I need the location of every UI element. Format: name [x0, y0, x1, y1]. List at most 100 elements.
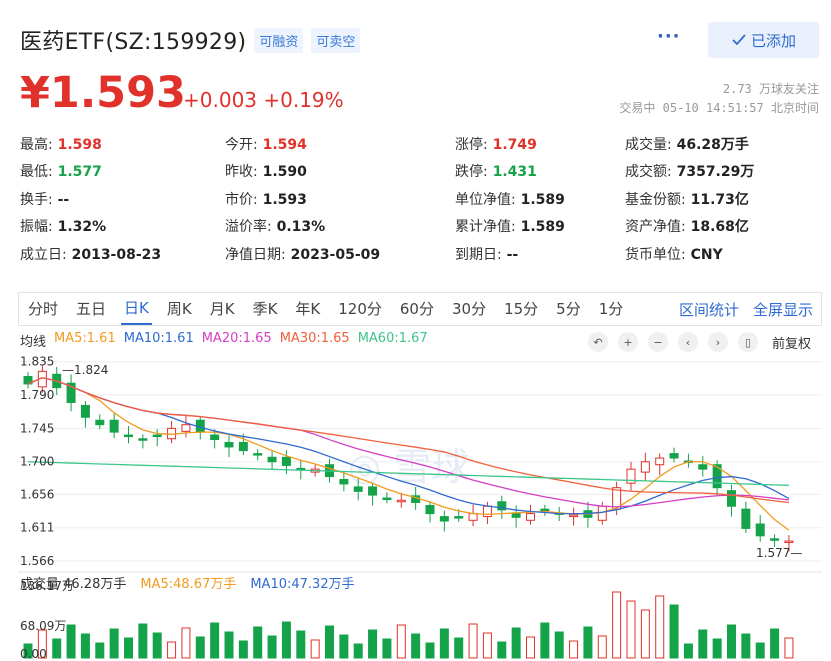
range-stats-link[interactable]: 区间统计 — [679, 299, 739, 320]
stat-cell: 跌停: 1.431 — [455, 161, 625, 181]
ma-item: MA5:1.61 — [54, 331, 116, 346]
candle-up — [468, 513, 478, 521]
stat-cell: 成交额: 7357.29万 — [625, 161, 820, 181]
zoom-in-icon[interactable]: + — [618, 332, 638, 352]
stat-value: 46.28万手 — [671, 136, 749, 153]
price-axis-label: 1.745 — [20, 421, 54, 435]
candle-up — [640, 461, 650, 473]
tab-30分[interactable]: 30分 — [449, 294, 489, 324]
candle-icon[interactable]: ▯ — [738, 332, 758, 352]
tab-分时[interactable]: 分时 — [25, 294, 61, 324]
stat-cell: 成交量: 46.28万手 — [625, 134, 820, 154]
tab-1分[interactable]: 1分 — [596, 294, 627, 324]
volume-bar — [712, 638, 722, 659]
volume-axis-label: 0.00 — [20, 647, 47, 660]
check-icon — [732, 34, 746, 46]
volume-bar — [368, 629, 378, 659]
stat-value: 1.431 — [487, 164, 537, 181]
volume-axis-label: 68.09万 — [20, 619, 66, 633]
stat-cell: 振幅: 1.32% — [20, 216, 225, 236]
stat-label: 基金份额: — [625, 191, 686, 208]
fullscreen-link[interactable]: 全屏显示 — [753, 299, 813, 320]
candle-down — [741, 508, 751, 529]
stat-label: 今开: — [225, 136, 258, 153]
stat-label: 成交量: — [625, 136, 672, 153]
tab-月K[interactable]: 月K — [207, 294, 238, 324]
quote-meta: 2.73 万球友关注 交易中 05-10 14:51:57 北京时间 — [619, 80, 819, 118]
candle-up — [569, 514, 579, 518]
stat-value: 18.68亿 — [685, 219, 749, 236]
tab-年K[interactable]: 年K — [292, 294, 323, 324]
undo-icon[interactable]: ↶ — [588, 332, 608, 352]
volume-bar — [66, 624, 76, 659]
price-axis-label: 1.611 — [20, 521, 54, 535]
candle-down — [669, 453, 679, 459]
stat-value: 1.590 — [257, 164, 307, 181]
candle-down — [439, 516, 449, 522]
stat-label: 市价: — [225, 191, 258, 208]
volume-bar — [95, 642, 105, 659]
volume-bar — [583, 626, 593, 659]
volume-bar — [109, 628, 119, 659]
volume-bar — [569, 640, 579, 659]
stat-value: 1.749 — [487, 136, 537, 153]
tab-五日[interactable]: 五日 — [73, 294, 109, 324]
candle-down — [540, 508, 550, 512]
candle-down — [382, 497, 392, 501]
candle-down — [80, 404, 90, 418]
candle-up — [482, 505, 492, 518]
stat-value: 1.594 — [257, 136, 307, 153]
candle-down — [124, 434, 133, 438]
tag-margin[interactable]: 可融资 — [254, 27, 304, 53]
volume-bar — [612, 591, 622, 659]
candle-down — [454, 516, 464, 519]
volume-bar — [526, 636, 535, 659]
volume-bar — [784, 637, 794, 659]
stat-cell: 溢价率: 0.13% — [225, 216, 455, 236]
volume-bar — [353, 643, 363, 659]
volume-ma5: MA5:48.67万手 — [140, 577, 237, 592]
tab-15分[interactable]: 15分 — [501, 294, 541, 324]
kline-chart[interactable]: ◎ 雪球1.8351.7901.7451.7001.6561.6111.566—… — [18, 350, 822, 660]
tab-季K[interactable]: 季K — [250, 294, 281, 324]
stat-cell: 今开: 1.594 — [225, 134, 455, 154]
stat-label: 最低: — [20, 164, 53, 181]
more-icon[interactable]: ··· — [657, 26, 681, 47]
stat-cell: 基金份额: 11.73亿 — [625, 189, 820, 209]
candle-down — [253, 453, 263, 456]
candle-down — [281, 456, 291, 466]
volume-legend: 成交量 46.28万手 MA5:48.67万手 MA10:47.32万手 — [20, 573, 355, 592]
stat-label: 最高: — [20, 136, 53, 153]
stat-label: 溢价率: — [225, 219, 272, 236]
tab-60分[interactable]: 60分 — [397, 294, 437, 324]
tab-周K[interactable]: 周K — [164, 294, 195, 324]
volume-bar — [669, 604, 679, 659]
low-annotation: 1.577— — [756, 546, 802, 560]
volume-ma10: MA10:47.32万手 — [250, 577, 355, 592]
zoom-out-icon[interactable]: − — [648, 332, 668, 352]
added-button[interactable]: 已添加 — [708, 22, 819, 58]
stat-value: CNY — [685, 246, 723, 263]
next-icon[interactable]: › — [708, 332, 728, 352]
stat-cell: 净值日期: 2023-05-09 — [225, 244, 455, 264]
volume-bar — [741, 633, 751, 659]
volume-bar — [167, 641, 177, 659]
price-axis-label: 1.700 — [20, 455, 54, 469]
volume-bar — [339, 634, 349, 659]
tab-日K[interactable]: 日K — [121, 293, 152, 325]
tab-120分[interactable]: 120分 — [335, 294, 385, 324]
candle-down — [238, 441, 248, 452]
candle-down — [152, 434, 162, 438]
prev-icon[interactable]: ‹ — [678, 332, 698, 352]
stat-cell: 货币单位: CNY — [625, 244, 820, 264]
tab-5分[interactable]: 5分 — [553, 294, 584, 324]
current-price: ¥1.593 — [20, 68, 186, 118]
adjust-mode[interactable]: 前复权 — [772, 333, 811, 352]
tag-short[interactable]: 可卖空 — [311, 27, 361, 53]
stat-value: 1.589 — [515, 219, 565, 236]
candle-down — [138, 438, 148, 441]
ma-item: MA10:1.61 — [123, 331, 194, 346]
stat-value: 1.32% — [52, 219, 107, 236]
stat-value: 1.598 — [52, 136, 102, 153]
stock-title: 医药ETF(SZ:159929) — [20, 30, 247, 55]
